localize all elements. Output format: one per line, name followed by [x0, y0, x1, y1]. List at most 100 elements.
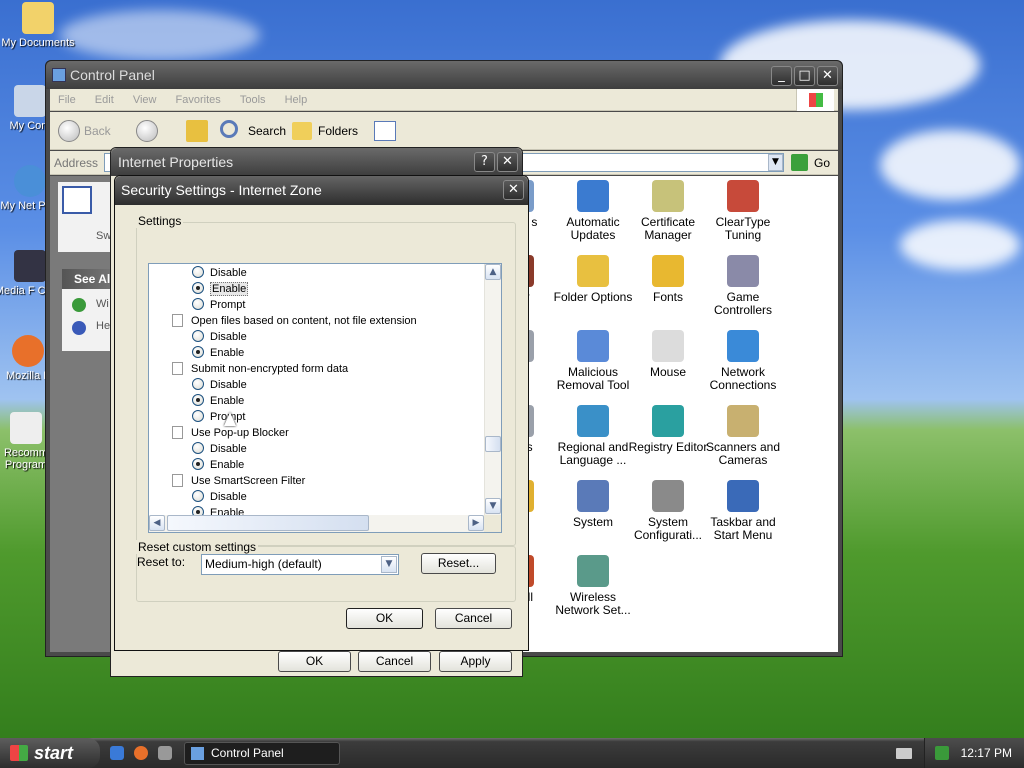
control-panel-item[interactable]: System Configurati... — [628, 480, 708, 542]
radio-selected[interactable] — [192, 346, 204, 358]
setting-option[interactable]: Disable — [192, 441, 247, 457]
menu-file[interactable]: File — [58, 94, 76, 106]
control-panel-item[interactable]: Malicious Removal Tool — [553, 330, 633, 392]
help-link[interactable]: He — [96, 320, 110, 332]
close-button[interactable]: ✕ — [497, 152, 518, 172]
keyboard-icon[interactable] — [896, 748, 912, 759]
ok-button[interactable]: OK — [346, 608, 423, 629]
menu-view[interactable]: View — [133, 94, 157, 106]
radio-selected[interactable] — [192, 394, 204, 406]
media-quicklaunch-icon[interactable] — [158, 746, 172, 760]
radio-unselected[interactable] — [192, 266, 204, 278]
internet-properties-titlebar[interactable]: Internet Properties ? ✕ — [111, 148, 522, 176]
setting-option[interactable]: Disable — [192, 489, 247, 505]
setting-option[interactable]: Disable — [192, 329, 247, 345]
windows-update-link[interactable]: Wi — [96, 298, 109, 310]
setting-option[interactable]: Disable — [192, 265, 247, 281]
radio-unselected[interactable] — [192, 378, 204, 390]
vertical-scrollbar[interactable]: ▲ ▼ — [484, 264, 501, 516]
go-button[interactable]: Go — [814, 156, 830, 170]
maximize-button[interactable]: □ — [794, 66, 815, 86]
control-panel-item[interactable]: Certificate Manager — [628, 180, 708, 242]
scroll-right-button[interactable]: ▶ — [468, 515, 484, 531]
horizontal-scrollbar[interactable]: ◀ ▶ — [149, 515, 484, 532]
reset-to-label: Reset to: — [137, 555, 186, 569]
control-panel-item[interactable]: Fonts — [628, 255, 708, 304]
radio-unselected[interactable] — [192, 298, 204, 310]
control-panel-item[interactable]: Mouse — [628, 330, 708, 379]
setting-option[interactable]: Disable — [192, 377, 247, 393]
control-panel-item[interactable]: Automatic Updates — [553, 180, 633, 242]
start-button[interactable]: start — [0, 738, 100, 768]
radio-selected[interactable] — [192, 282, 204, 294]
address-dropdown[interactable]: ▼ — [768, 154, 783, 171]
control-panel-item-icon — [727, 330, 759, 362]
reset-button[interactable]: Reset... — [421, 553, 496, 574]
scroll-left-button[interactable]: ◀ — [149, 515, 165, 531]
ok-button[interactable]: OK — [278, 651, 351, 672]
minimize-button[interactable]: _ — [771, 66, 792, 86]
horizontal-scroll-thumb[interactable] — [167, 515, 369, 531]
control-panel-item[interactable]: Network Connections — [703, 330, 783, 392]
control-panel-item[interactable]: System — [553, 480, 633, 529]
settings-list[interactable]: Disable Enable Prompt Open files based on c… — [148, 263, 502, 533]
radio-unselected[interactable] — [192, 442, 204, 454]
help-button[interactable]: ? — [474, 152, 495, 172]
control-panel-titlebar[interactable]: Control Panel _ □ ✕ — [46, 61, 842, 89]
control-panel-item-icon — [577, 555, 609, 587]
setting-option[interactable]: Enable — [192, 393, 244, 409]
control-panel-item[interactable]: ClearType Tuning — [703, 180, 783, 242]
control-panel-item[interactable]: Taskbar and Start Menu — [703, 480, 783, 542]
menu-help[interactable]: Help — [285, 94, 308, 106]
forward-arrow-icon[interactable] — [136, 120, 158, 142]
network-tray-icon[interactable] — [935, 746, 949, 760]
setting-option[interactable]: Enable — [192, 345, 244, 361]
taskbar-button-control-panel[interactable]: Control Panel — [184, 742, 340, 765]
back-button[interactable]: Back — [84, 121, 111, 141]
folders-button[interactable]: Folders — [318, 121, 358, 141]
cancel-button[interactable]: Cancel — [435, 608, 512, 629]
setting-option-label: Prompt — [210, 299, 246, 311]
desktop-icon-my-documents[interactable]: My Documents — [0, 2, 76, 49]
firefox-icon — [12, 335, 44, 367]
control-panel-item[interactable]: Folder Options — [553, 255, 633, 304]
control-panel-item[interactable]: Regional and Language ... — [553, 405, 633, 467]
vertical-scroll-thumb[interactable] — [485, 436, 501, 452]
security-settings-titlebar[interactable]: Security Settings - Internet Zone ✕ — [115, 176, 528, 205]
control-panel-item[interactable]: Wireless Network Set... — [553, 555, 633, 617]
apply-button[interactable]: Apply — [439, 651, 512, 672]
setting-option[interactable]: Enable — [192, 281, 249, 297]
radio-unselected[interactable] — [192, 490, 204, 502]
clock[interactable]: 12:17 PM — [961, 746, 1012, 760]
control-panel-item-label: Mouse — [649, 365, 687, 379]
menu-favorites[interactable]: Favorites — [176, 94, 221, 106]
menu-edit[interactable]: Edit — [95, 94, 114, 106]
setting-option[interactable]: Prompt — [192, 409, 245, 425]
radio-unselected[interactable] — [192, 410, 204, 422]
back-arrow-icon[interactable] — [58, 120, 80, 142]
chevron-down-icon[interactable]: ▼ — [381, 556, 397, 573]
ie-quicklaunch-icon[interactable] — [110, 746, 124, 760]
close-button[interactable]: ✕ — [503, 180, 524, 200]
control-panel-item[interactable]: Game Controllers — [703, 255, 783, 317]
scroll-up-button[interactable]: ▲ — [485, 264, 501, 280]
search-button[interactable]: Search — [248, 121, 286, 141]
menu-tools[interactable]: Tools — [240, 94, 266, 106]
control-panel-item[interactable]: Scanners and Cameras — [703, 405, 783, 467]
radio-selected[interactable] — [192, 458, 204, 470]
reset-level-select[interactable]: Medium-high (default) ▼ — [201, 554, 399, 575]
address-label: Address — [54, 156, 99, 170]
setting-option[interactable]: Prompt — [192, 297, 245, 313]
views-icon[interactable] — [374, 121, 396, 141]
setting-option[interactable]: Enable — [192, 457, 244, 473]
taskbar-button-label: Control Panel — [211, 746, 284, 760]
firefox-quicklaunch-icon[interactable] — [134, 746, 148, 760]
close-button[interactable]: ✕ — [817, 66, 838, 86]
control-panel-item[interactable]: Registry Editor — [628, 405, 708, 454]
radio-unselected[interactable] — [192, 330, 204, 342]
switch-view-link[interactable]: Sw — [96, 230, 111, 242]
scroll-down-button[interactable]: ▼ — [485, 498, 501, 514]
media-player-icon — [14, 250, 46, 282]
up-folder-icon[interactable] — [186, 120, 208, 142]
cancel-button[interactable]: Cancel — [358, 651, 431, 672]
